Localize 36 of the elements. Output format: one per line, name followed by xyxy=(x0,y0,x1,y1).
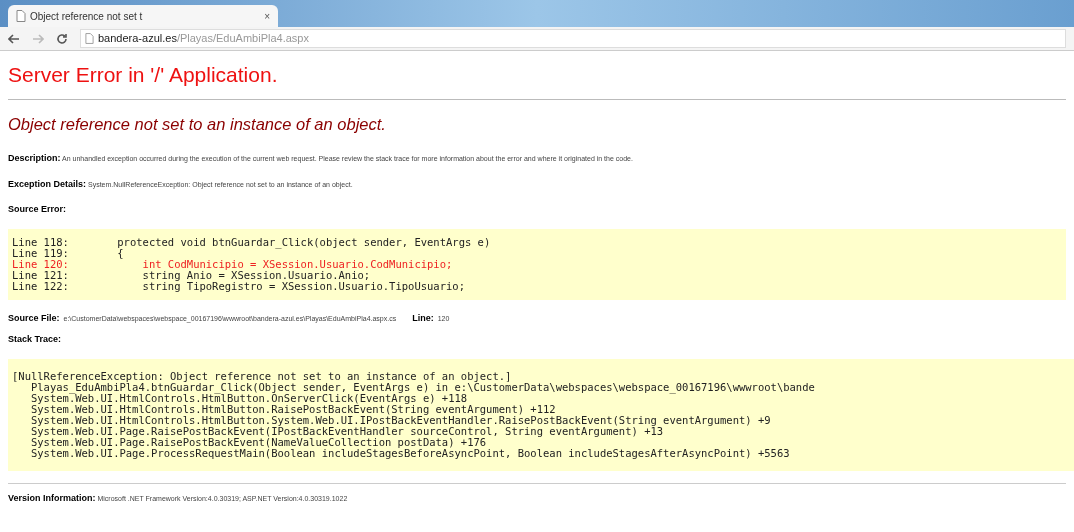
tab-close-button[interactable]: × xyxy=(264,8,270,24)
stack-trace-line: System.Web.UI.Page.RaisePostBackEvent(NameValueCollection postData) +176 xyxy=(29,436,487,448)
line-number: Line 122: xyxy=(12,280,70,292)
tab-title: Object reference not set t xyxy=(30,9,143,24)
browser-tab[interactable]: Object reference not set t × xyxy=(8,5,278,27)
address-host: bandera-azul.es xyxy=(98,31,177,47)
page-icon xyxy=(16,10,26,22)
back-icon[interactable] xyxy=(8,33,20,44)
address-path: /Playas/EduAmbiPla4.aspx xyxy=(176,31,309,47)
stack-trace-line: Playas_EduAmbiPla4.btnGuardar_Click(Object sender, EventArgs e) in e:\CustomerData\webspaces\webspace_00167196\wwwroot\bande xyxy=(30,381,816,393)
reload-icon[interactable] xyxy=(56,32,68,45)
stack-trace-line: System.Web.UI.HtmlControls.HtmlButton.System.Web.UI.IPostBackEventHandler.RaisePostBackEvent(String eventArgument) +9 xyxy=(29,414,772,426)
line-number: Line 119: xyxy=(12,247,70,259)
stack-trace-line: System.Web.UI.HtmlControls.HtmlButton.RaisePostBackEvent(String eventArgument) +112 xyxy=(29,403,556,415)
code-line: { xyxy=(116,247,124,259)
version-label: Version Information: xyxy=(8,492,96,503)
code-line: protected void btnGuardar_Click(object sender, EventArgs e) xyxy=(116,236,491,248)
source-file-label: Source File: xyxy=(8,311,60,325)
line-number: Line 118: xyxy=(12,236,70,248)
stack-trace-line: System.Web.UI.Page.RaisePostBackEvent(IPostBackEventHandler sourceControl, String eventArgument) +13 xyxy=(29,425,664,437)
line-label: Line: xyxy=(412,311,434,325)
source-error-label: Source Error: xyxy=(8,203,68,217)
exception-label: Exception Details: xyxy=(8,178,87,189)
error-message: Object reference not set to an instance of an object. xyxy=(8,113,387,135)
line-number: Line 121: xyxy=(12,269,70,281)
code-line: int CodMunicipio = XSession.Usuario.CodMunicipio; xyxy=(141,258,453,270)
stack-trace-line: [NullReferenceException: Object reference not set to an instance of an object.] xyxy=(12,370,512,382)
stack-trace-label: Stack Trace: xyxy=(8,333,63,347)
page-icon xyxy=(85,33,94,44)
address-field[interactable]: bandera-azul.es/Playas/EduAmbiPla4.aspx xyxy=(80,29,1066,48)
page-title: Server Error in '/' Application. xyxy=(8,62,279,88)
code-line: string TipoRegistro = XSession.Usuario.TipoUsuario; xyxy=(141,280,465,292)
description-label: Description: xyxy=(8,153,61,164)
code-line: string Anio = XSession.Usuario.Anio; xyxy=(141,269,371,281)
stack-trace-line: System.Web.UI.Page.ProcessRequestMain(Boolean includeStagesBeforeAsyncPoint, Boolean includeStagesAfterAsyncPoint) +5563 xyxy=(29,447,791,459)
line-number: Line 120: xyxy=(12,258,70,270)
